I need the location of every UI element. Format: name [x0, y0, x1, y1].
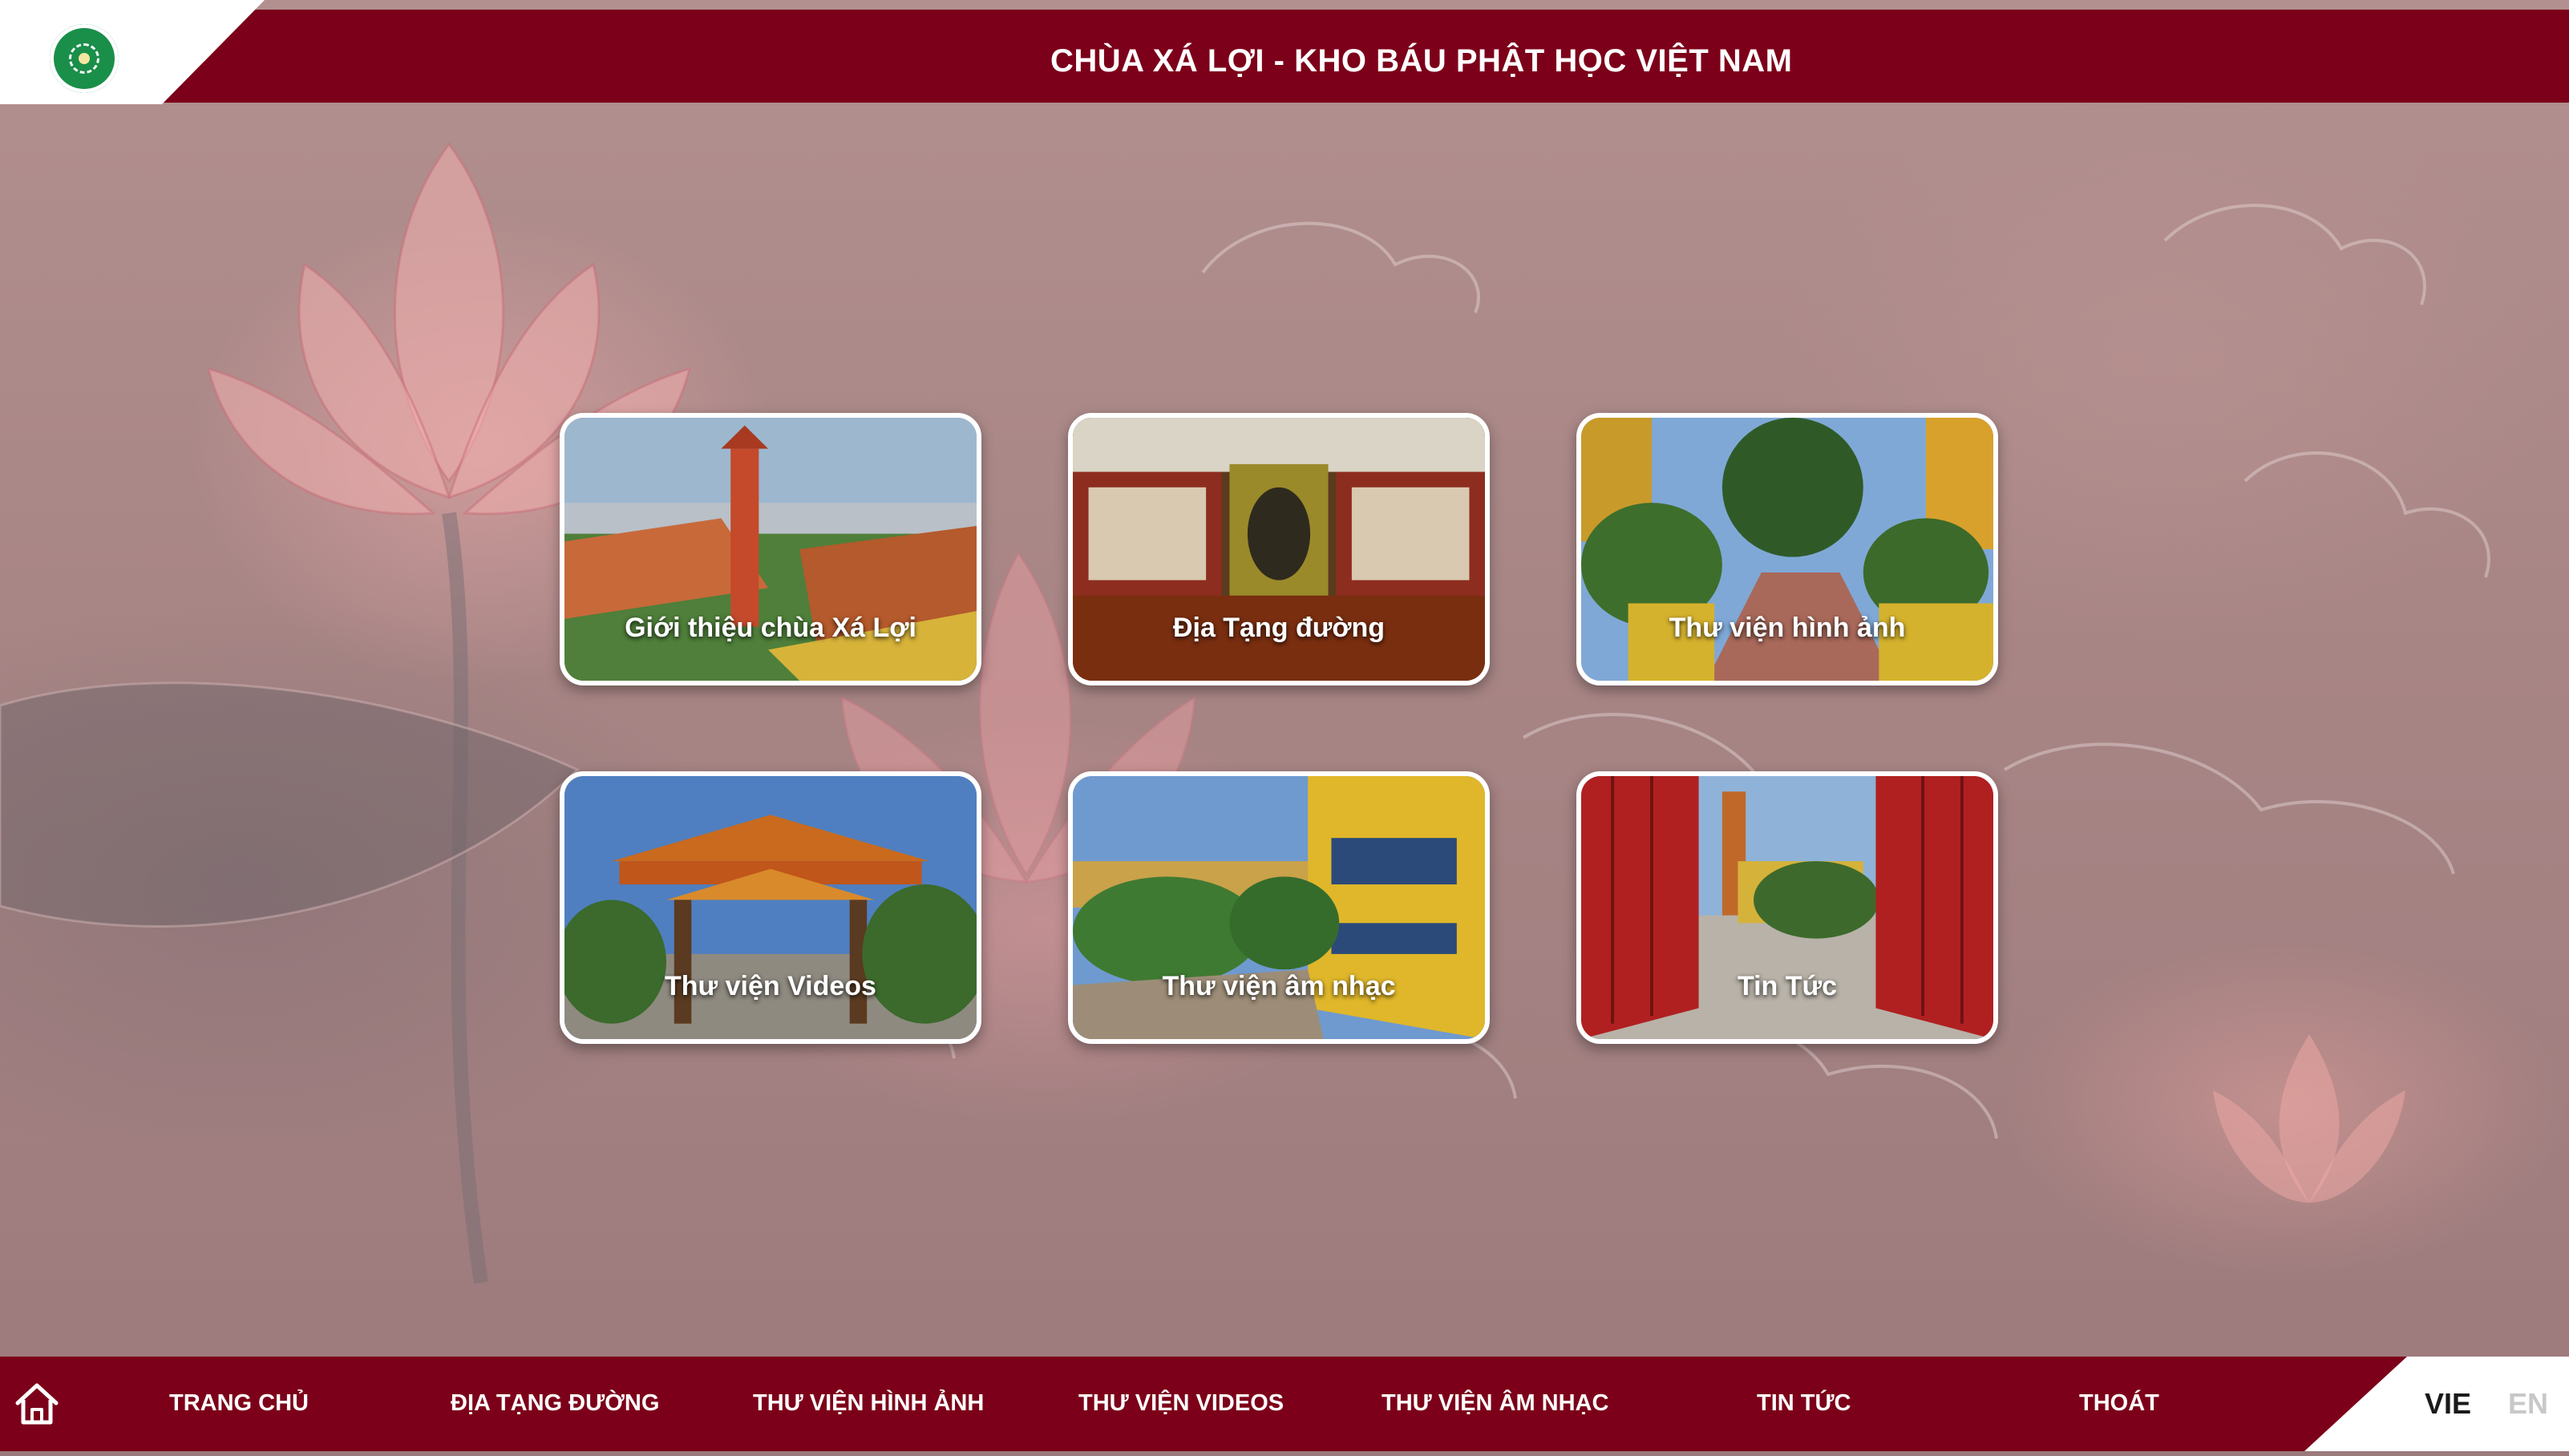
tile-label: Giới thiệu chùa Xá Lợi	[625, 613, 916, 643]
lotus-background	[0, 0, 2569, 1456]
tile-label: Địa Tạng đường	[1172, 613, 1386, 643]
tile-thu-vien-hinh-anh[interactable]: Thư viện hình ảnh	[1576, 413, 1998, 686]
lotus-artwork	[0, 142, 2490, 1284]
nav-tin-tuc[interactable]: TIN TỨC	[1757, 1390, 1851, 1417]
language-vie[interactable]: VIE	[2425, 1387, 2471, 1421]
nav-thoat[interactable]: THOÁT	[2079, 1390, 2159, 1417]
tile-label: Thư viện hình ảnh	[1669, 613, 1906, 643]
temple-logo-icon[interactable]	[50, 24, 119, 93]
language-en[interactable]: EN	[2508, 1387, 2548, 1421]
tile-tin-tuc[interactable]: Tin Tức	[1576, 771, 1998, 1044]
nav-thu-vien-am-nhac[interactable]: THƯ VIỆN ÂM NHẠC	[1382, 1390, 1608, 1417]
tile-label: Thư viện Videos	[665, 971, 876, 1001]
tile-dia-tang-duong[interactable]: Địa Tạng đường	[1068, 413, 1490, 686]
tile-thu-vien-videos[interactable]: Thư viện Videos	[560, 771, 981, 1044]
header-bar: CHÙA XÁ LỢI - KHO BÁU PHẬT HỌC VIỆT NAM	[0, 10, 2569, 103]
tile-label: Tin Tức	[1737, 971, 1838, 1001]
logo-center	[79, 53, 90, 64]
tile-label: Thư viện âm nhạc	[1162, 971, 1396, 1001]
tile-thu-vien-am-nhac[interactable]: Thư viện âm nhạc	[1068, 771, 1490, 1044]
page-title: CHÙA XÁ LỢI - KHO BÁU PHẬT HỌC VIỆT NAM	[1050, 43, 1793, 79]
nav-thu-vien-videos[interactable]: THƯ VIỆN VIDEOS	[1078, 1390, 1284, 1417]
tile-gioi-thieu[interactable]: Giới thiệu chùa Xá Lợi	[560, 413, 981, 686]
home-icon[interactable]	[13, 1381, 61, 1427]
nav-thu-vien-hinh-anh[interactable]: THƯ VIỆN HÌNH ẢNH	[753, 1390, 984, 1417]
footer-nav-bar	[0, 1357, 2569, 1451]
nav-trang-chu[interactable]: TRANG CHỦ	[169, 1390, 309, 1417]
nav-dia-tang-duong[interactable]: ĐỊA TẠNG ĐƯỜNG	[451, 1390, 659, 1417]
